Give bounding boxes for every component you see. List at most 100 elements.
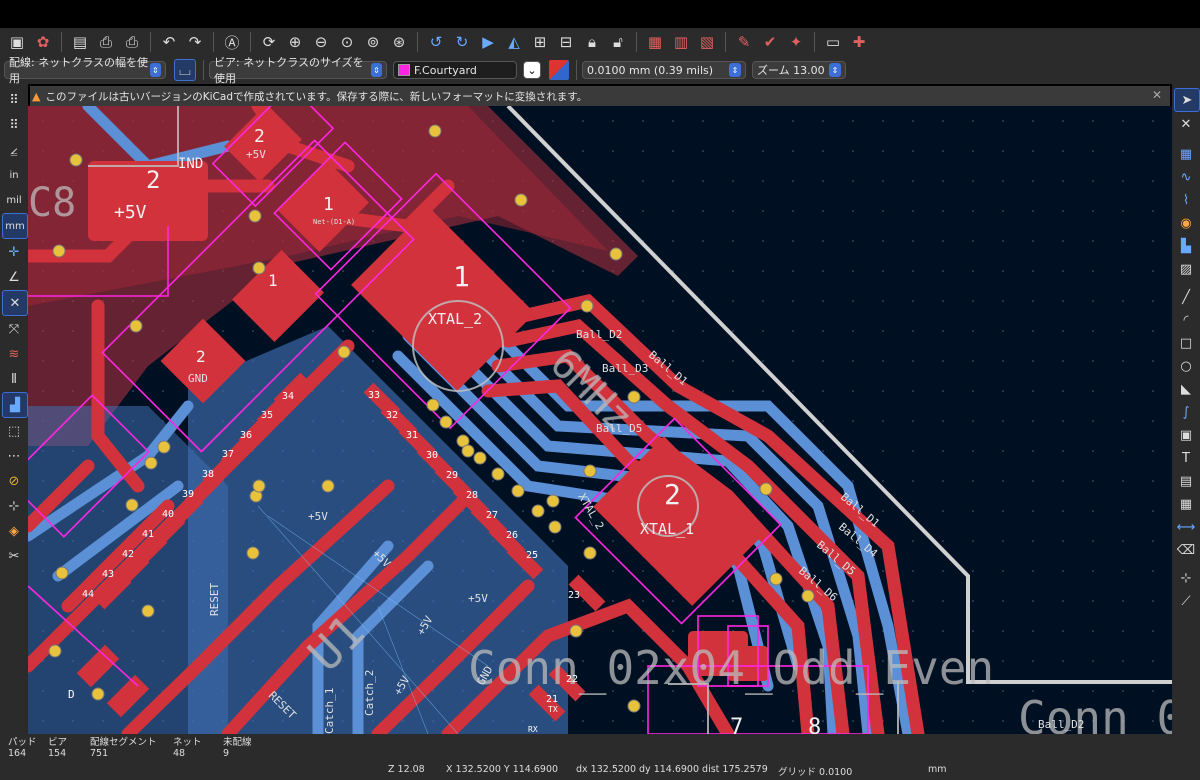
zoom-in-icon[interactable]: ⊕ bbox=[284, 31, 306, 53]
ungroup-icon[interactable]: ⊟ bbox=[555, 31, 577, 53]
add-textbox-icon[interactable]: ▤ bbox=[1174, 470, 1198, 492]
footprint-editor-icon[interactable]: ▧ bbox=[696, 31, 718, 53]
ratsnest-icon[interactable]: ✕ bbox=[2, 290, 28, 316]
add-footprint-icon[interactable]: ▦ bbox=[1174, 143, 1198, 165]
add-table-icon[interactable]: ▦ bbox=[1174, 493, 1198, 515]
group-icon[interactable]: ⊞ bbox=[529, 31, 551, 53]
footprint-wizard-icon[interactable]: ✦ bbox=[785, 31, 807, 53]
grid-dots-icon[interactable]: ⠿ bbox=[2, 88, 26, 112]
pads-outline-icon[interactable]: ⊹ bbox=[2, 494, 26, 518]
pin-35-label: 35 bbox=[261, 410, 273, 421]
show-pads-icon[interactable]: ⫴ bbox=[2, 367, 26, 391]
tools-icon[interactable]: ✂ bbox=[2, 544, 26, 568]
zoom-fit-icon[interactable]: ⊙ bbox=[336, 31, 358, 53]
track-width-select[interactable]: 配線: ネットクラスの幅を使用 ⇕ bbox=[4, 56, 166, 85]
net-colors-icon[interactable]: ≋ bbox=[2, 342, 26, 366]
add-zone-icon[interactable]: ▙ bbox=[1174, 235, 1198, 257]
rotate-cw-icon[interactable]: ↻ bbox=[451, 31, 473, 53]
pin-36-label: 36 bbox=[240, 430, 252, 441]
pin-39-label: 39 bbox=[182, 489, 194, 500]
layer-value: F.Courtyard bbox=[414, 63, 477, 77]
nets-stat: ネット 48 bbox=[173, 737, 202, 759]
add-text-icon[interactable]: T bbox=[1174, 447, 1198, 469]
select-arrow-icon[interactable]: ➤ bbox=[1174, 88, 1200, 112]
scripting-console-icon[interactable]: ▭ bbox=[822, 31, 844, 53]
pcb-canvas[interactable]: Conn_02x04_Odd_Even Conn_01x04 U1 6MHz C… bbox=[28, 106, 1172, 734]
mils-button[interactable]: mil bbox=[2, 188, 26, 212]
draw-bezier-icon[interactable]: ∫ bbox=[1174, 401, 1198, 423]
c8-pad-label: 2 bbox=[146, 166, 160, 194]
draw-arc-icon[interactable]: ◜ bbox=[1174, 309, 1198, 331]
drc-icon[interactable]: ✔ bbox=[759, 31, 781, 53]
millimeters-button[interactable]: mm bbox=[2, 213, 28, 239]
local-ratsnest-icon[interactable]: ✕ bbox=[1174, 113, 1198, 135]
zone-outline-icon[interactable]: ⬚ bbox=[2, 419, 26, 443]
footprint-library-icon[interactable]: ▥ bbox=[670, 31, 692, 53]
flip-horizontal-icon[interactable]: ▶ bbox=[477, 31, 499, 53]
toolbar-divider bbox=[203, 60, 204, 80]
save-icon[interactable]: ▣ bbox=[6, 31, 28, 53]
set-origin-icon[interactable]: ⊹ bbox=[1174, 567, 1198, 589]
draw-circle-icon[interactable]: ○ bbox=[1174, 355, 1198, 377]
pad2-label: 2 bbox=[254, 126, 265, 147]
track-width-value: 配線: ネットクラスの幅を使用 bbox=[9, 56, 148, 85]
toolbar-divider bbox=[250, 32, 251, 52]
grid-overrides-icon[interactable]: ⠿ bbox=[2, 113, 26, 137]
zoom-select[interactable]: ズーム 13.00 ⇕ bbox=[752, 61, 846, 79]
plot-icon[interactable]: ⎙ bbox=[121, 31, 143, 53]
draw-line-icon[interactable]: ╱ bbox=[1174, 286, 1198, 308]
plugin-icon[interactable]: ✚ bbox=[848, 31, 870, 53]
refresh-icon[interactable]: ⟳ bbox=[258, 31, 280, 53]
layer-select[interactable]: F.Courtyard bbox=[393, 61, 517, 79]
zone-fill-icon[interactable]: ▟ bbox=[2, 392, 28, 418]
inches-button[interactable]: in bbox=[2, 163, 26, 187]
draw-polygon-icon[interactable]: ◣ bbox=[1174, 378, 1198, 400]
add-via-icon[interactable]: ◉ bbox=[1174, 212, 1198, 234]
xtal2-pin-label: 1 bbox=[453, 260, 470, 293]
pin-34-label: 34 bbox=[282, 391, 294, 402]
add-image-icon[interactable]: ▣ bbox=[1174, 424, 1198, 446]
close-icon[interactable]: ✕ bbox=[1152, 88, 1162, 102]
pad-plus5v-label: +5V bbox=[246, 148, 266, 161]
delete-tool-icon[interactable]: ⌫ bbox=[1174, 539, 1198, 561]
angle-snap-icon[interactable]: ∠ bbox=[2, 265, 26, 289]
rotate-ccw-icon[interactable]: ↺ bbox=[425, 31, 447, 53]
unlock-icon[interactable]: 🔓︎ bbox=[607, 31, 629, 53]
auto-track-width-icon[interactable]: ⌴ bbox=[174, 59, 196, 81]
grid-select[interactable]: 0.0100 mm (0.39 mils) ⇕ bbox=[582, 61, 746, 79]
cursor-full-icon[interactable]: ✛ bbox=[2, 240, 26, 264]
zoom-out-icon[interactable]: ⊖ bbox=[310, 31, 332, 53]
netlist-icon[interactable]: ▦ bbox=[644, 31, 666, 53]
update-pcb-icon[interactable]: ✎ bbox=[733, 31, 755, 53]
tracks-outline-icon[interactable]: ⋯ bbox=[2, 444, 26, 468]
mirror-icon[interactable]: ◭ bbox=[503, 31, 525, 53]
lock-icon[interactable]: 🔒︎ bbox=[581, 31, 603, 53]
plus5v-net-label: +5V bbox=[468, 592, 488, 605]
measure-icon[interactable]: ⟋ bbox=[1174, 590, 1198, 612]
left-toolbar: ⠿ ⠿ ⦤ in mil mm ✛ ∠ ✕ ⤧ ≋ ⫴ ▟ ⬚ ⋯ ⊘ ⊹ ◈ … bbox=[0, 84, 28, 734]
board-setup-icon[interactable]: ✿ bbox=[32, 31, 54, 53]
pin-22-label: 22 bbox=[566, 674, 578, 685]
curved-ratsnest-icon[interactable]: ⤧ bbox=[2, 317, 26, 341]
page-settings-icon[interactable]: ▤ bbox=[69, 31, 91, 53]
layer-pair-icon[interactable] bbox=[549, 60, 569, 80]
vias-value: 154 bbox=[48, 748, 67, 759]
add-dimension-icon[interactable]: ⟷ bbox=[1174, 516, 1198, 538]
layer-dropdown-button[interactable]: ⌄ bbox=[523, 61, 541, 79]
print-icon[interactable]: ⎙ bbox=[95, 31, 117, 53]
via-size-select[interactable]: ビア: ネットクラスのサイズを使用 ⇕ bbox=[209, 56, 387, 85]
zoom-objects-icon[interactable]: ⊚ bbox=[362, 31, 384, 53]
toolbar-divider bbox=[725, 32, 726, 52]
layers-icon[interactable]: ◈ bbox=[2, 519, 26, 543]
redo-icon[interactable]: ↷ bbox=[184, 31, 206, 53]
tune-length-icon[interactable]: ⌇ bbox=[1174, 189, 1198, 211]
vias-outline-icon[interactable]: ⊘ bbox=[2, 469, 26, 493]
zoom-selection-icon[interactable]: ⊛ bbox=[388, 31, 410, 53]
route-track-icon[interactable]: ∿ bbox=[1174, 166, 1198, 188]
draw-rectangle-icon[interactable]: □ bbox=[1174, 332, 1198, 354]
ball-d3-label: Ball_D3 bbox=[602, 362, 648, 375]
polar-coords-icon[interactable]: ⦤ bbox=[2, 138, 26, 162]
rule-area-icon[interactable]: ▨ bbox=[1174, 258, 1198, 280]
undo-icon[interactable]: ↶ bbox=[158, 31, 180, 53]
find-icon[interactable]: Ⓐ bbox=[221, 31, 243, 53]
